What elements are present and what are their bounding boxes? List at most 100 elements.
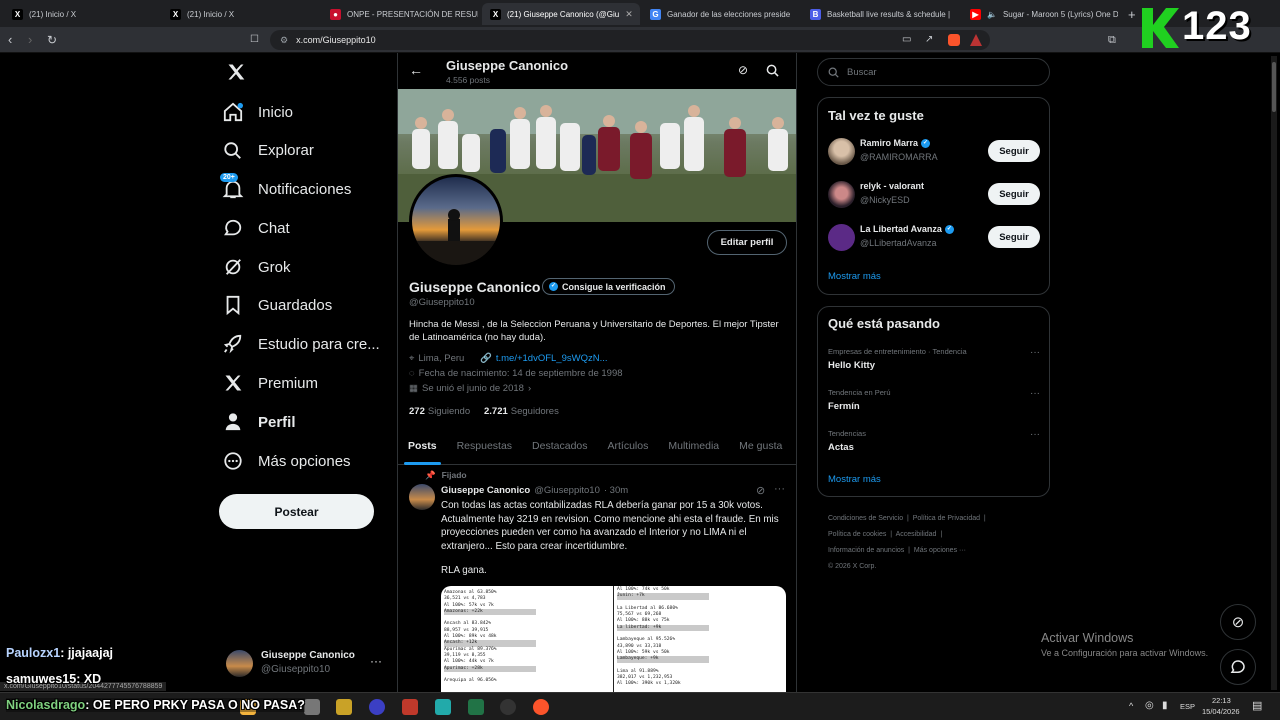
- tab-posts[interactable]: Posts: [398, 435, 447, 465]
- footer-link[interactable]: Condiciones de Servicio: [828, 515, 903, 522]
- grok-fab[interactable]: ⊘: [1220, 604, 1256, 640]
- search-icon[interactable]: [766, 64, 779, 77]
- site-info-icon[interactable]: ⚙: [280, 35, 288, 46]
- tab-highlights[interactable]: Destacados: [522, 435, 597, 465]
- trend-item[interactable]: Empresas de entretenimiento · Tendencia …: [828, 347, 1040, 371]
- scrollbar-thumb[interactable]: [1272, 62, 1276, 112]
- follow-button[interactable]: Seguir: [988, 183, 1040, 205]
- edit-profile-button[interactable]: Editar perfil: [707, 230, 787, 255]
- app-icon[interactable]: [402, 699, 418, 715]
- nav-chat[interactable]: Chat: [222, 211, 392, 245]
- grok-icon[interactable]: ⊘: [738, 63, 748, 77]
- follow-button[interactable]: Seguir: [988, 140, 1040, 162]
- search-box[interactable]: Buscar: [817, 58, 1050, 86]
- browser-tab-active[interactable]: X (21) Giuseppe Canonico (@Giu ✕: [482, 3, 640, 25]
- more-icon[interactable]: ···: [774, 483, 785, 495]
- post-avatar[interactable]: [409, 484, 435, 510]
- browser-tab[interactable]: G Ganador de las elecciones preside: [642, 3, 798, 25]
- more-icon[interactable]: ···: [1030, 347, 1040, 358]
- nav-bookmarks[interactable]: Guardados: [222, 288, 392, 322]
- get-verified-button[interactable]: ✓ Consigue la verificación: [542, 278, 675, 295]
- headset-icon[interactable]: ◎: [1145, 700, 1154, 711]
- nav-explore[interactable]: Explorar: [222, 133, 392, 167]
- nav-notifications[interactable]: 20+ Notificaciones: [220, 172, 392, 206]
- nav-premium[interactable]: Premium: [222, 366, 392, 400]
- tab-likes[interactable]: Me gusta: [729, 435, 792, 465]
- follow-button[interactable]: Seguir: [988, 226, 1040, 248]
- back-arrow-icon[interactable]: ←: [409, 62, 423, 78]
- brave-shield-icon[interactable]: [948, 34, 960, 46]
- address-bar[interactable]: ⚙ x.com/Giuseppito10: [270, 30, 990, 50]
- folder-icon[interactable]: [336, 699, 352, 715]
- post-time[interactable]: · 30m: [604, 485, 628, 496]
- following-link[interactable]: 272 Siguiendo: [409, 406, 470, 417]
- profile-joined[interactable]: ▦ Se unió el junio de 2018 ›: [409, 383, 531, 394]
- brave-icon[interactable]: [533, 699, 549, 715]
- more-icon[interactable]: ···: [370, 654, 382, 668]
- x-home-logo[interactable]: [226, 62, 246, 87]
- app-icon[interactable]: [435, 699, 451, 715]
- tab-replies[interactable]: Respuestas: [447, 435, 522, 465]
- share-icon[interactable]: ↗: [925, 32, 933, 48]
- browser-tab[interactable]: ● ONPE - PRESENTACIÓN DE RESULT: [322, 3, 478, 25]
- suggestion-item[interactable]: Ramiro Marra ✓ @RAMIROMARRA Seguir: [828, 136, 1040, 168]
- search-icon: G: [650, 8, 661, 20]
- mic-icon[interactable]: ▮: [1162, 700, 1168, 711]
- trend-item[interactable]: Tendencia en Perú Fermín ···: [828, 388, 1040, 412]
- extensions-icon[interactable]: ⧉: [1108, 32, 1116, 48]
- suggestion-item[interactable]: La Libertad Avanza ✓ @LLibertadAvanza Seg…: [828, 222, 1040, 254]
- browser-tab[interactable]: B Basketball live results & schedule |: [802, 3, 958, 25]
- profile-link[interactable]: 🔗 t.me/+1dvOFL_9sWQzN...: [480, 353, 608, 364]
- x-logo-icon: X: [170, 8, 181, 20]
- brave-rewards-icon[interactable]: [970, 34, 982, 46]
- new-tab-button[interactable]: +: [1120, 3, 1140, 25]
- clock-date[interactable]: 15/04/2026: [1202, 707, 1240, 716]
- forward-icon[interactable]: ›: [28, 32, 32, 48]
- app-icon[interactable]: [304, 699, 320, 715]
- back-icon[interactable]: ‹: [8, 32, 12, 48]
- tab-media[interactable]: Multimedia: [658, 435, 729, 465]
- browser-tab[interactable]: X (21) Inicio / X: [4, 3, 160, 25]
- app-icon[interactable]: [500, 699, 516, 715]
- obs-icon[interactable]: [369, 699, 385, 715]
- nav-more-options[interactable]: Más opciones: [222, 444, 392, 478]
- bookmark-icon[interactable]: ☐: [250, 32, 259, 48]
- close-tab-icon[interactable]: ✕: [625, 9, 633, 20]
- pinned-post[interactable]: 📌 Fijado Giuseppe Canonico @Giuseppito10 …: [398, 466, 796, 720]
- grok-icon[interactable]: ⊘: [756, 484, 765, 497]
- suggestion-item[interactable]: relyk - valorant @NickyESD Seguir: [828, 179, 1040, 211]
- profile-avatar[interactable]: [409, 174, 503, 268]
- followers-link[interactable]: 2.721 Seguidores: [484, 406, 559, 417]
- tab-articles[interactable]: Artículos: [598, 435, 659, 465]
- copyright: © 2026 X Corp.: [828, 563, 877, 570]
- browser-tab[interactable]: ▶ 🔈 Sugar - Maroon 5 (Lyrics) One D: [962, 3, 1118, 25]
- language-indicator[interactable]: ESP: [1180, 702, 1195, 711]
- footer-link[interactable]: Política de Privacidad: [913, 515, 980, 522]
- excel-icon[interactable]: [468, 699, 484, 715]
- footer-link[interactable]: Más opciones ···: [914, 547, 966, 554]
- tray-chevron-icon[interactable]: ^: [1129, 701, 1133, 711]
- footer-link[interactable]: Accesibilidad: [896, 531, 937, 538]
- trend-item[interactable]: Tendencias Actas ···: [828, 429, 1040, 453]
- show-more-link[interactable]: Mostrar más: [828, 474, 881, 485]
- more-icon[interactable]: ···: [1030, 429, 1040, 440]
- footer-link[interactable]: Política de cookies: [828, 531, 886, 538]
- post-author[interactable]: Giuseppe Canonico: [441, 485, 530, 496]
- scrollbar-track[interactable]: [1271, 56, 1277, 690]
- cast-icon[interactable]: ▭: [902, 32, 911, 48]
- show-more-link[interactable]: Mostrar más: [828, 271, 881, 282]
- browser-tab[interactable]: X (21) Inicio / X: [162, 3, 318, 25]
- nav-creator-studio[interactable]: Estudio para cre...: [222, 327, 392, 361]
- account-switcher[interactable]: Giuseppe Canonico @Giuseppito10 ···: [222, 646, 392, 680]
- notification-center-icon[interactable]: ▤: [1252, 699, 1262, 712]
- reload-icon[interactable]: ↻: [47, 32, 57, 48]
- messages-fab[interactable]: [1220, 649, 1256, 685]
- post-handle[interactable]: @Giuseppito10: [534, 485, 600, 496]
- footer-link[interactable]: Información de anuncios: [828, 547, 904, 554]
- nav-home[interactable]: Inicio: [222, 95, 392, 129]
- more-icon[interactable]: ···: [1030, 388, 1040, 399]
- clock-time[interactable]: 22:13: [1212, 696, 1231, 705]
- post-button[interactable]: Postear: [219, 494, 374, 529]
- nav-profile[interactable]: Perfil: [222, 405, 392, 439]
- nav-grok[interactable]: Grok: [222, 250, 392, 284]
